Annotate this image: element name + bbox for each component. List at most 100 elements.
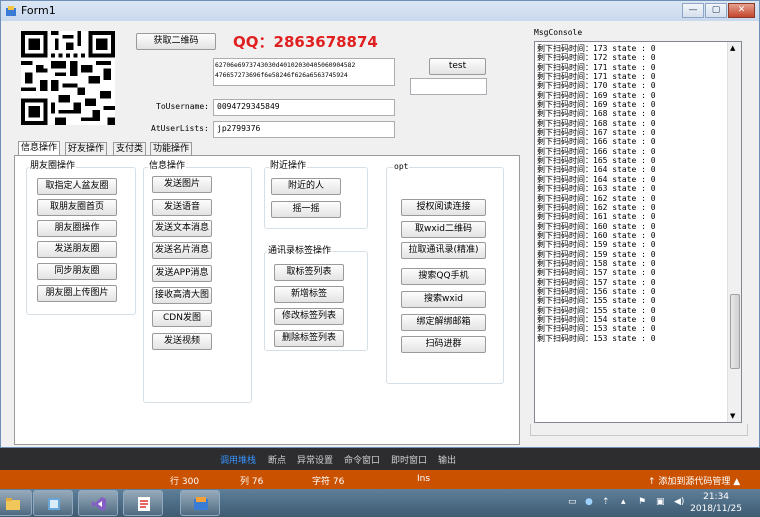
maximize-button[interactable]: ▢: [705, 3, 727, 18]
contacts-button[interactable]: 取标签列表: [274, 264, 344, 281]
status-char: 字符 76: [312, 477, 345, 487]
contacts-button[interactable]: 新增标签: [274, 286, 344, 303]
opt-button[interactable]: 绑定解绑邮箱: [401, 314, 486, 331]
console-frame: [530, 424, 748, 436]
message-button[interactable]: 发送文本消息: [152, 220, 212, 237]
console-line: 剩下扫码时间：160 state : 0: [537, 230, 656, 240]
volume-icon[interactable]: ◀): [674, 497, 684, 507]
opt-button[interactable]: 授权阅读连接: [401, 199, 486, 216]
tab-friend-ops[interactable]: 好友操作: [65, 142, 108, 156]
scroll-down-icon[interactable]: ▼: [730, 412, 735, 420]
close-button[interactable]: ✕: [728, 3, 755, 18]
document-app-icon: [138, 497, 150, 511]
vs-tab-exception-settings[interactable]: 异常设置: [297, 453, 333, 466]
console-line: 剩下扫码时间：171 state : 0: [537, 62, 656, 72]
console-line: 剩下扫码时间：164 state : 0: [537, 174, 656, 184]
console-lines: 剩下扫码时间：173 state : 0 剩下扫码时间：172 state : 0…: [537, 44, 727, 343]
at-user-lists-input[interactable]: jp2799376: [213, 121, 395, 138]
taskbar-form1-button[interactable]: [180, 490, 220, 516]
folder-icon: [6, 498, 20, 510]
hex-line: 476657273696f6e58246f626a6563745924: [215, 72, 348, 79]
console-line: 剩下扫码时间：159 state : 0: [537, 249, 656, 259]
taskbar-visual-studio-button[interactable]: [78, 490, 118, 516]
add-to-source-control[interactable]: ↑ 添加到源代码管理 ▲: [648, 474, 740, 487]
message-group-title: 信息操作: [148, 161, 187, 172]
clock-date: 2018/11/25: [690, 504, 742, 514]
opt-button[interactable]: 取wxid二维码: [401, 221, 486, 238]
taskbar: ▭ ● ⇡ ▴ ⚑ ▣ ◀) 21:34 2018/11/25: [0, 489, 760, 517]
console-line: 剩下扫码时间：154 state : 0: [537, 314, 656, 324]
minimize-button[interactable]: —: [682, 3, 704, 18]
moments-button[interactable]: 取指定人盆友圈: [37, 178, 117, 195]
taskbar-app-button[interactable]: [33, 490, 73, 516]
message-button[interactable]: 发送APP消息: [152, 265, 212, 282]
message-button[interactable]: 发送语音: [152, 199, 212, 216]
test-input[interactable]: [410, 78, 487, 95]
taskbar-app-button-2[interactable]: [123, 490, 163, 516]
console-line: 剩下扫码时间：153 state : 0: [537, 333, 656, 343]
console-line: 剩下扫码时间：159 state : 0: [537, 240, 656, 250]
message-button[interactable]: CDN发图: [152, 310, 212, 327]
to-username-input[interactable]: 0094729345849: [213, 99, 395, 116]
hex-line: 62706e6973743030d40102030405060904582: [215, 62, 356, 69]
message-button[interactable]: 发送名片消息: [152, 242, 212, 259]
message-button[interactable]: 发送视频: [152, 333, 212, 350]
window-app-icon: [48, 498, 60, 510]
console-line: 剩下扫码时间：162 state : 0: [537, 193, 656, 203]
console-line: 剩下扫码时间：155 state : 0: [537, 305, 656, 315]
console-line: 剩下扫码时间：169 state : 0: [537, 90, 656, 100]
vs-tab-call-stack[interactable]: 调用堆栈: [220, 453, 256, 466]
nearby-button[interactable]: 摇一摇: [271, 201, 341, 218]
network-icon[interactable]: ⇡: [602, 497, 610, 507]
contacts-button[interactable]: 删除标签列表: [274, 330, 344, 347]
console-line: 剩下扫码时间：164 state : 0: [537, 165, 656, 175]
console-line: 剩下扫码时间：166 state : 0: [537, 146, 656, 156]
keyboard-icon[interactable]: ▭: [568, 497, 577, 507]
tab-payment[interactable]: 支付类: [113, 142, 147, 156]
moments-button[interactable]: 取朋友圈首页: [37, 199, 117, 216]
tab-message-ops[interactable]: 信息操作: [18, 141, 61, 156]
status-column: 列 76: [240, 477, 264, 487]
display-icon[interactable]: ▣: [656, 497, 665, 507]
console-line: 剩下扫码时间：156 state : 0: [537, 286, 656, 296]
opt-button[interactable]: 搜索QQ手机: [401, 268, 486, 285]
tab-function-ops[interactable]: 功能操作: [150, 142, 193, 156]
hex-data-textbox[interactable]: 62706e6973743030d40102030405060904582 47…: [213, 58, 395, 86]
taskbar-explorer-button[interactable]: [0, 490, 32, 516]
console-line: 剩下扫码时间：162 state : 0: [537, 202, 656, 212]
taskbar-clock[interactable]: 21:34 2018/11/25: [690, 491, 742, 515]
console-line: 剩下扫码时间：163 state : 0: [537, 184, 656, 194]
contacts-button[interactable]: 修改标签列表: [274, 308, 344, 325]
vs-tab-output[interactable]: 输出: [438, 453, 456, 466]
opt-button[interactable]: 拉取通讯录(精准): [401, 242, 486, 259]
message-button[interactable]: 接收高清大图: [152, 287, 212, 304]
console-line: 剩下扫码时间：166 state : 0: [537, 137, 656, 147]
opt-button[interactable]: 扫码进群: [401, 336, 486, 353]
title-bar[interactable]: Form1 — ▢ ✕: [1, 1, 759, 21]
nearby-button[interactable]: 附近的人: [271, 178, 341, 195]
scrollbar-thumb[interactable]: [730, 294, 740, 369]
moments-button[interactable]: 同步朋友圈: [37, 263, 117, 280]
message-button[interactable]: 发送图片: [152, 176, 212, 193]
vs-tab-breakpoints[interactable]: 断点: [268, 453, 286, 466]
console-scrollbar[interactable]: ▲ ▼: [727, 42, 741, 422]
console-line: 剩下扫码时间：157 state : 0: [537, 268, 656, 278]
opt-button[interactable]: 搜索wxid: [401, 291, 486, 308]
main-window: Form1 — ▢ ✕ 获取二维码 QQ：2863678874 62706e69…: [0, 0, 760, 448]
vs-tab-command-window[interactable]: 命令窗口: [344, 453, 380, 466]
flag-icon[interactable]: ⚑: [638, 497, 646, 507]
scroll-up-icon[interactable]: ▲: [730, 44, 735, 52]
moments-button[interactable]: 朋友圈操作: [37, 220, 117, 237]
help-icon[interactable]: ●: [585, 497, 593, 507]
get-qr-code-button[interactable]: 获取二维码: [136, 33, 216, 50]
msg-console[interactable]: 剩下扫码时间：173 state : 0 剩下扫码时间：172 state : 0…: [534, 41, 742, 423]
test-button[interactable]: test: [429, 58, 486, 75]
show-hidden-icons[interactable]: ▴: [621, 497, 626, 507]
opt-group-title: opt: [393, 161, 410, 172]
vs-tool-tabs: 调用堆栈 断点 异常设置 命令窗口 即时窗口 输出: [0, 448, 760, 470]
console-line: 剩下扫码时间：168 state : 0: [537, 109, 656, 119]
vs-tab-immediate-window[interactable]: 即时窗口: [391, 453, 427, 466]
form-app-icon: [194, 497, 208, 510]
moments-button[interactable]: 发送朋友圈: [37, 241, 117, 258]
moments-button[interactable]: 朋友圈上传图片: [37, 285, 117, 302]
